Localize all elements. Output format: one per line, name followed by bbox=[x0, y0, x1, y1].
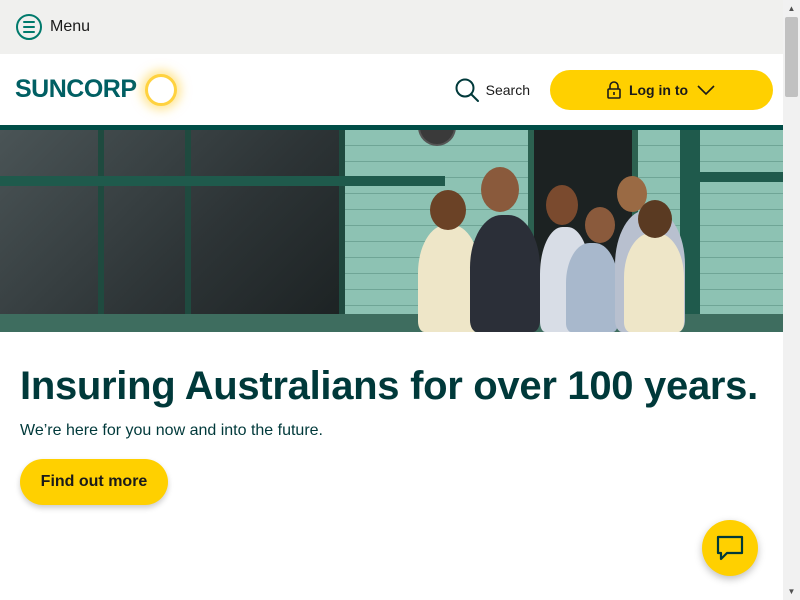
page: Menu SUNCORP Search Log in to Insuring A… bbox=[0, 0, 783, 600]
scroll-up-arrow[interactable]: ▲ bbox=[783, 0, 800, 17]
suncorp-logo[interactable]: SUNCORP bbox=[15, 73, 177, 106]
menu-label: Menu bbox=[50, 18, 91, 35]
utility-bar: Menu bbox=[0, 0, 783, 54]
family-member-head bbox=[585, 207, 615, 243]
family-member bbox=[624, 233, 684, 332]
login-label: Log in to bbox=[628, 81, 689, 98]
chevron-down-icon bbox=[697, 84, 715, 95]
house-window bbox=[0, 130, 345, 314]
scroll-down-arrow[interactable]: ▼ bbox=[783, 583, 800, 600]
family-member-head bbox=[638, 200, 672, 238]
scroll-thumb[interactable] bbox=[785, 17, 798, 97]
hero-image bbox=[0, 130, 783, 332]
site-header: SUNCORP Search Log in to bbox=[0, 54, 783, 130]
logo-text: SUNCORP bbox=[15, 75, 137, 103]
family-member bbox=[566, 243, 618, 332]
chat-button[interactable] bbox=[702, 520, 758, 576]
vertical-scrollbar[interactable]: ▲ ▼ bbox=[783, 0, 800, 600]
search-label: Search bbox=[485, 81, 530, 98]
family-member-head bbox=[546, 185, 578, 225]
search-button[interactable]: Search bbox=[454, 77, 530, 103]
family-member-head bbox=[430, 190, 466, 230]
login-button[interactable]: Log in to bbox=[550, 69, 773, 110]
search-icon bbox=[455, 78, 479, 102]
family-member-head bbox=[481, 167, 519, 212]
hamburger-circle-icon bbox=[16, 14, 42, 40]
page-title: Insuring Australians for over 100 years. bbox=[20, 364, 758, 408]
page-subtitle: We’re here for you now and into the futu… bbox=[20, 422, 323, 439]
find-out-more-button[interactable]: Find out more bbox=[20, 459, 168, 505]
chat-bubble-icon bbox=[716, 535, 744, 561]
hero-content: Insuring Australians for over 100 years.… bbox=[0, 332, 783, 505]
lock-icon bbox=[607, 80, 621, 99]
sun-icon bbox=[144, 73, 177, 106]
header-actions: Search Log in to bbox=[454, 69, 773, 110]
menu-button[interactable]: Menu bbox=[16, 14, 90, 40]
family-member bbox=[470, 215, 540, 332]
